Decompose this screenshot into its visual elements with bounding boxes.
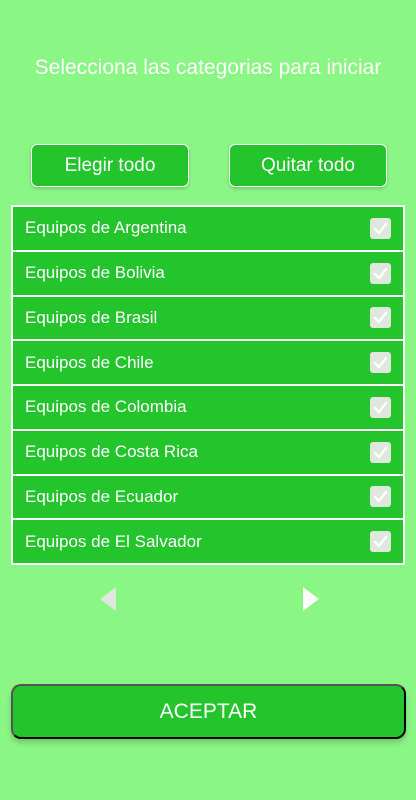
category-checkbox[interactable] [370,531,391,553]
category-label: Equipos de Chile [25,352,154,372]
page-title: Selecciona las categorias para iniciar [34,56,382,79]
category-checkbox[interactable] [370,352,391,374]
category-label: Equipos de Argentina [25,218,187,238]
checkmark-icon [373,267,388,279]
category-checkbox[interactable] [370,486,391,508]
category-item-el-salvador[interactable]: Equipos de El Salvador [13,520,403,563]
category-checkbox[interactable] [370,396,391,418]
category-item-argentina[interactable]: Equipos de Argentina [13,207,403,250]
category-checkbox[interactable] [370,262,391,284]
category-item-bolivia[interactable]: Equipos de Bolivia [13,251,403,295]
category-item-costa-rica[interactable]: Equipos de Costa Rica [13,430,403,474]
category-item-ecuador[interactable]: Equipos de Ecuador [13,475,403,519]
checkmark-icon [373,401,388,414]
category-list: Equipos de Argentina Equipos de Bolivia … [11,205,405,565]
category-label: Equipos de El Salvador [25,531,202,551]
category-item-colombia[interactable]: Equipos de Colombia [13,386,403,429]
checkmark-icon [373,356,388,369]
category-checkbox[interactable] [370,441,391,463]
category-selection-screen: Selecciona las categorias para iniciar E… [0,0,416,800]
clear-all-button[interactable]: Quitar todo [229,144,387,187]
category-checkbox[interactable] [370,307,391,329]
category-label: Equipos de Brasil [25,307,158,327]
checkmark-icon [373,222,388,235]
category-item-chile[interactable]: Equipos de Chile [13,341,403,384]
accept-button[interactable]: ACEPTAR [11,684,406,739]
checkmark-icon [373,446,388,458]
chevron-left-icon[interactable] [98,585,118,613]
category-checkbox[interactable] [370,217,391,239]
checkmark-icon [373,491,388,503]
checkmark-icon [373,535,388,548]
chevron-right-icon[interactable] [301,585,321,613]
category-item-brasil[interactable]: Equipos de Brasil [13,296,403,340]
category-label: Equipos de Ecuador [25,486,179,506]
select-all-button[interactable]: Elegir todo [31,144,189,187]
category-label: Equipos de Colombia [25,397,187,417]
category-label: Equipos de Costa Rica [25,442,198,462]
category-label: Equipos de Bolivia [25,263,165,283]
checkmark-icon [373,312,388,324]
